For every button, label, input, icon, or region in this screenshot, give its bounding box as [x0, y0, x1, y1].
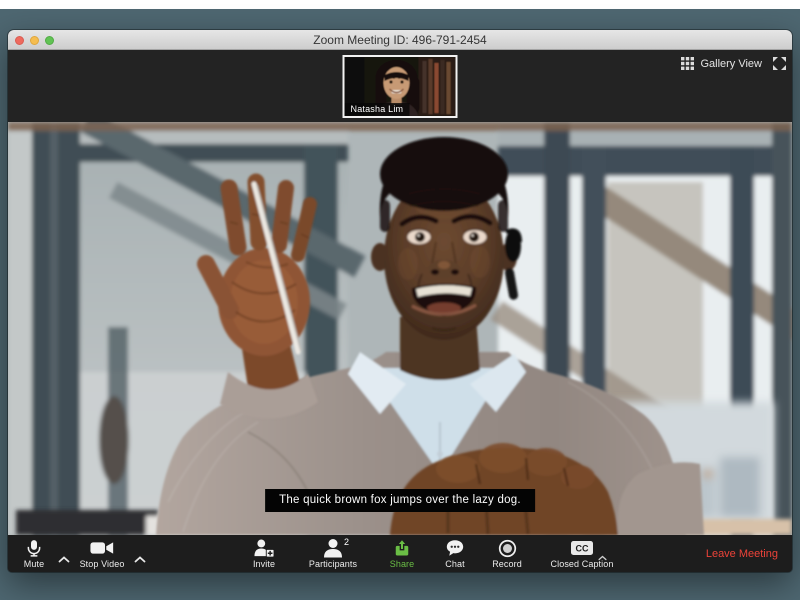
speaker-video-frame	[8, 122, 792, 535]
chat-button[interactable]: Chat	[432, 535, 478, 572]
mute-label: Mute	[24, 559, 44, 569]
meeting-top-bar: Natasha Lim Gallery View	[8, 50, 792, 122]
invite-person-plus-icon	[253, 539, 275, 557]
share-screen-icon	[392, 539, 412, 557]
close-window-button[interactable]	[15, 36, 24, 45]
screen-top-strip	[0, 0, 800, 9]
share-label: Share	[390, 559, 415, 569]
record-button[interactable]: Record	[482, 535, 532, 572]
mute-options-chevron[interactable]	[55, 535, 73, 572]
participant-name-label: Natasha Lim	[345, 103, 410, 116]
closed-caption-text: The quick brown fox jumps over the lazy …	[265, 489, 535, 512]
record-circle-icon	[498, 539, 517, 557]
record-label: Record	[492, 559, 522, 569]
gallery-grid-icon	[681, 57, 694, 70]
fullscreen-icon	[773, 57, 786, 70]
participants-label: Participants	[309, 559, 357, 569]
zoom-meeting-window: Zoom Meeting ID: 496-791-2454	[8, 30, 792, 572]
meeting-toolbar: Mute Stop Video	[8, 535, 792, 572]
video-camera-icon	[90, 539, 114, 557]
participants-button[interactable]: 2 Participants	[294, 535, 372, 572]
participants-count-badge: 2	[344, 537, 349, 547]
stop-video-label: Stop Video	[80, 559, 125, 569]
invite-label: Invite	[253, 559, 275, 569]
cc-icon: CC	[570, 539, 594, 557]
minimize-window-button[interactable]	[30, 36, 39, 45]
invite-button[interactable]: Invite	[238, 535, 290, 572]
participant-thumbnail-video[interactable]: Natasha Lim	[343, 55, 458, 118]
microphone-icon	[25, 539, 43, 557]
participants-icon	[323, 539, 343, 557]
video-options-chevron[interactable]	[131, 535, 149, 572]
cc-options-chevron[interactable]	[598, 548, 607, 566]
gallery-view-label: Gallery View	[700, 58, 762, 70]
main-speaker-video: The quick brown fox jumps over the lazy …	[8, 122, 792, 535]
fullscreen-button[interactable]	[773, 57, 786, 70]
closed-caption-button[interactable]: CC Closed Caption	[536, 535, 628, 572]
chat-label: Chat	[445, 559, 464, 569]
window-titlebar: Zoom Meeting ID: 496-791-2454	[8, 30, 792, 50]
gallery-view-button[interactable]: Gallery View	[681, 57, 762, 70]
window-title: Zoom Meeting ID: 496-791-2454	[313, 33, 486, 47]
chat-bubble-icon	[445, 539, 465, 557]
mute-button[interactable]: Mute	[13, 535, 55, 572]
stop-video-button[interactable]: Stop Video	[73, 535, 131, 572]
share-screen-button[interactable]: Share	[376, 535, 428, 572]
leave-meeting-button[interactable]: Leave Meeting	[706, 548, 778, 560]
traffic-lights	[15, 36, 54, 45]
zoom-window-button[interactable]	[45, 36, 54, 45]
svg-text:CC: CC	[576, 544, 589, 554]
